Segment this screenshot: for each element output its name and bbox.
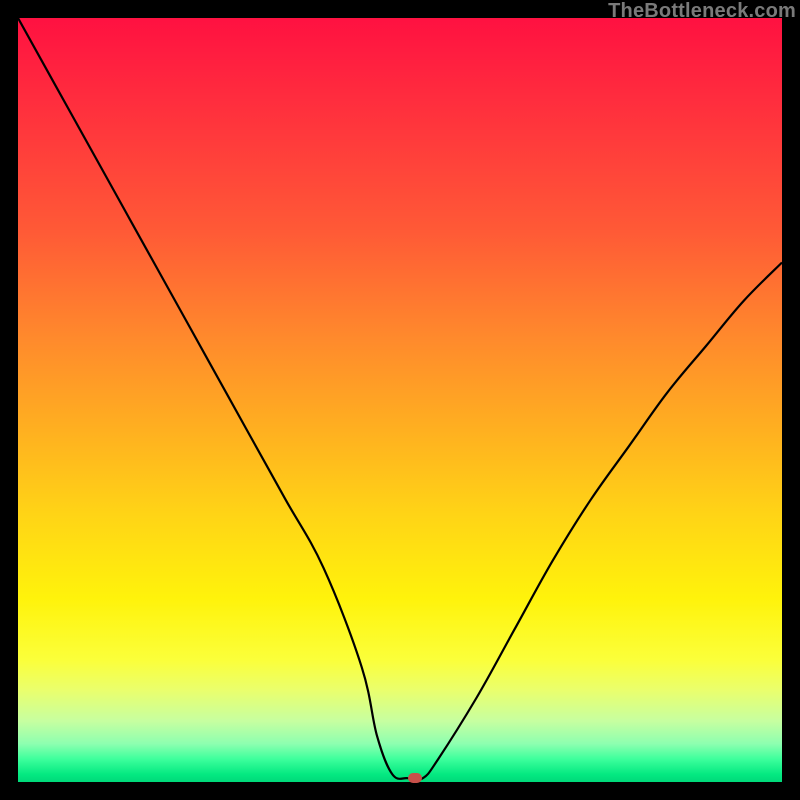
plot-area — [18, 18, 782, 782]
watermark-text: TheBottleneck.com — [608, 0, 796, 23]
chart-frame: TheBottleneck.com — [0, 0, 800, 800]
bottleneck-curve — [18, 18, 782, 782]
optimal-point-marker — [408, 773, 422, 783]
curve-path — [18, 18, 782, 780]
